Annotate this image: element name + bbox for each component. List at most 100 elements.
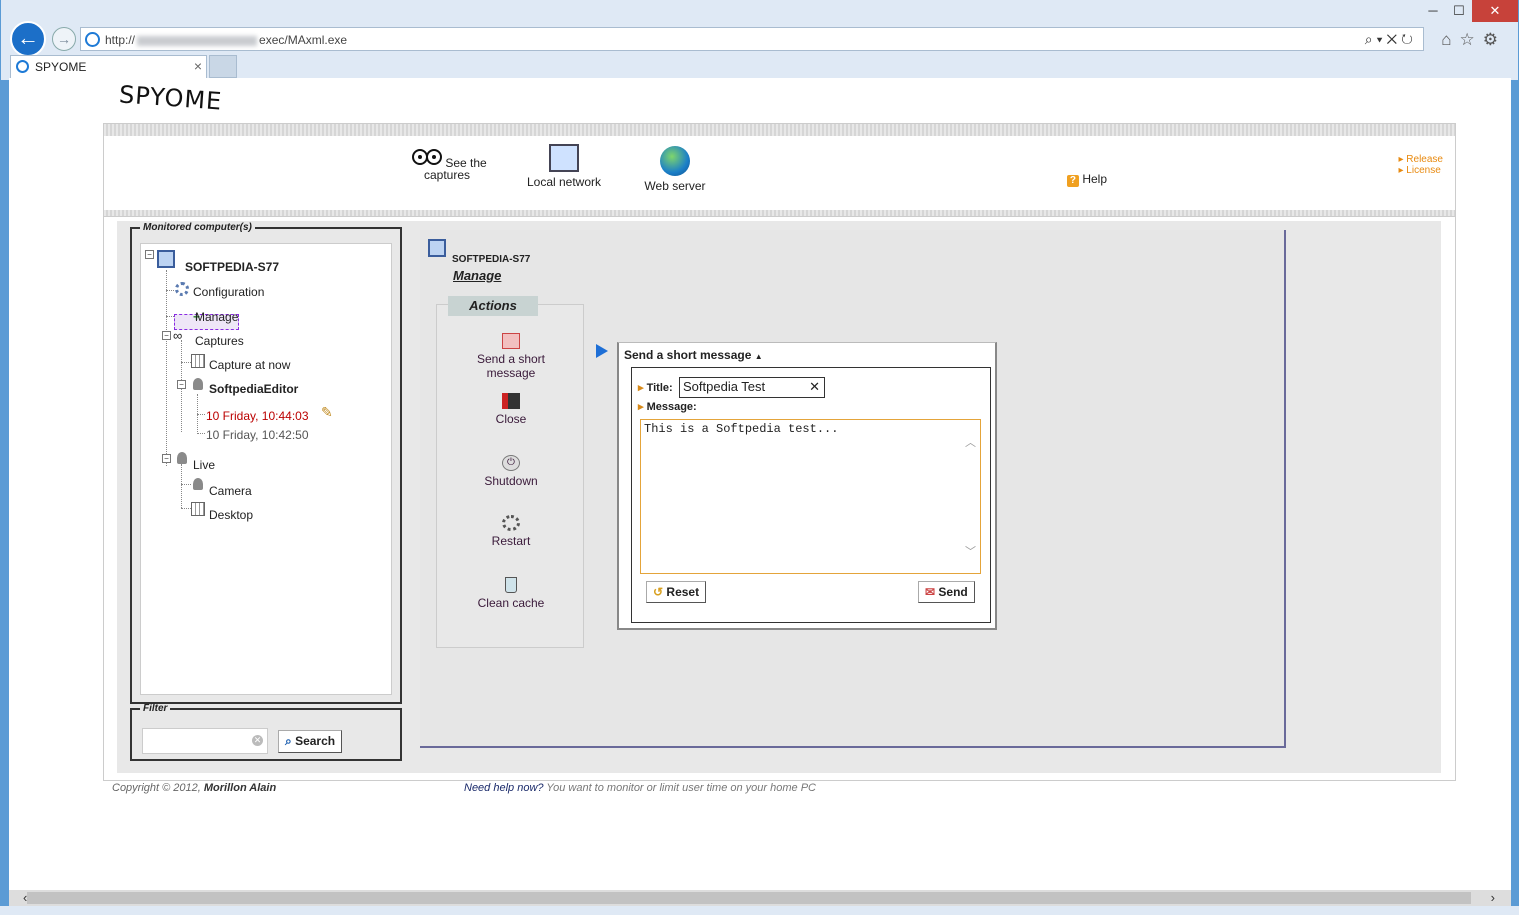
action-clean-cache[interactable]: Clean cache	[437, 577, 585, 610]
tree-configuration[interactable]: Configuration	[193, 285, 264, 299]
message-form: Title: Softpedia Test✕ Message: This is …	[631, 367, 991, 623]
reset-icon: ↺	[653, 585, 664, 599]
play-arrow-icon	[596, 344, 608, 358]
right-links: Release License	[1398, 154, 1443, 176]
computer-icon	[157, 250, 175, 268]
collapse-toggle[interactable]: −	[177, 380, 186, 389]
address-bar[interactable]: http://exec/MAxml.exe ⌕▾✕↻	[80, 27, 1424, 51]
favorites-icon[interactable]: ☆	[1460, 30, 1483, 49]
tree-camera[interactable]: Camera	[209, 484, 252, 498]
close-window-button[interactable]: ✕	[1472, 0, 1518, 22]
maximize-button[interactable]: ☐	[1446, 0, 1472, 22]
send-message-panel: Send a short message ▲ Title: Softpedia …	[617, 342, 997, 630]
scroll-up-icon[interactable]: ︿	[965, 434, 976, 450]
release-link[interactable]: Release	[1398, 154, 1443, 165]
capture-now-icon	[191, 354, 205, 368]
camera-icon	[193, 478, 203, 490]
live-icon	[177, 452, 187, 464]
actions-box: Actions Send a short message Close ⏻ Shu…	[436, 296, 585, 648]
magic-wand-icon: ✎	[321, 404, 333, 420]
back-button[interactable]: ←	[10, 21, 46, 57]
tree-desktop[interactable]: Desktop	[209, 508, 253, 522]
network-computer-icon	[549, 144, 579, 172]
spyome-logo: SPYOME	[118, 80, 224, 116]
tree-live[interactable]: Live	[193, 458, 215, 472]
filter-input[interactable]: ✕	[142, 728, 268, 754]
search-icon: ⌕	[285, 734, 292, 748]
main-computer-name: SOFTPEDIA-S77	[452, 254, 531, 265]
actions-header: Actions	[448, 296, 538, 316]
reset-button[interactable]: ↺ Reset	[646, 581, 707, 603]
monitored-legend: Monitored computer(s)	[143, 222, 252, 233]
restart-gears-icon	[502, 515, 520, 531]
new-tab-button[interactable]	[209, 55, 237, 78]
collapse-caret-icon: ▲	[754, 352, 763, 361]
trash-icon	[505, 577, 517, 593]
ie-icon	[85, 32, 100, 47]
copyright: Copyright © 2012, Morillon Alain	[112, 782, 277, 794]
panel-title[interactable]: Send a short message ▲	[624, 348, 763, 362]
action-send-message[interactable]: Send a short message	[437, 333, 585, 380]
tab-title: SPYOME	[35, 60, 87, 74]
tree-capture-2[interactable]: 10 Friday, 10:42:50	[206, 428, 309, 442]
tree-computer[interactable]: SOFTPEDIA-S77	[185, 260, 279, 274]
clear-icon[interactable]: ✕	[252, 735, 263, 746]
title-input[interactable]: Softpedia Test ✕	[679, 377, 825, 398]
computer-tree: − SOFTPEDIA-S77 Configuration + Manage −…	[140, 243, 392, 695]
home-icon[interactable]: ⌂	[1441, 30, 1459, 49]
tree-user[interactable]: SoftpediaEditor	[209, 382, 298, 396]
search-button[interactable]: ⌕ Search	[278, 730, 343, 753]
nav-help[interactable]: ? Help	[1062, 172, 1112, 187]
send-button[interactable]: ✉ Send	[918, 581, 975, 603]
horizontal-scrollbar[interactable]: ‹ ›	[9, 890, 1511, 906]
nav-web-server[interactable]: Web server	[630, 146, 720, 193]
exit-door-icon	[502, 393, 520, 409]
tree-manage[interactable]: Manage	[195, 310, 238, 324]
scroll-right-icon[interactable]: ›	[1491, 890, 1495, 905]
help-footer: Need help now? You want to monitor or li…	[464, 782, 816, 794]
browser-tab[interactable]: SPYOME ×	[10, 55, 207, 78]
tree-capture-now[interactable]: Capture at now	[209, 358, 290, 372]
browser-chrome: ─ ☐ ✕ ← → http://exec/MAxml.exe ⌕▾✕↻ ⌂☆⚙ S…	[1, 0, 1518, 80]
scroll-thumb[interactable]	[27, 892, 1471, 904]
main-subtitle: Manage	[453, 268, 502, 283]
window-controls: ─ ☐ ✕	[1420, 0, 1518, 24]
page-viewport: SPYOME See the captures Local network We…	[9, 78, 1511, 890]
configuration-icon	[175, 282, 189, 296]
collapse-toggle[interactable]: −	[145, 250, 154, 259]
action-shutdown[interactable]: ⏻ Shutdown	[437, 455, 585, 488]
filter-box: Filter ✕ ⌕ Search	[130, 703, 402, 761]
action-restart[interactable]: Restart	[437, 515, 585, 548]
manage-panel: SOFTPEDIA-S77 Manage Actions Send a shor…	[420, 230, 1286, 748]
tab-close-icon[interactable]: ×	[194, 58, 202, 74]
nav-see-captures[interactable]: See the captures	[412, 149, 502, 182]
title-label: Title:	[638, 381, 673, 394]
nav-local-network[interactable]: Local network	[516, 144, 612, 189]
address-tools[interactable]: ⌕▾✕↻	[1365, 31, 1417, 48]
help-icon: ?	[1066, 175, 1079, 187]
need-help-link[interactable]: Need help now?	[464, 782, 544, 794]
app-body: Monitored computer(s) − SOFTPEDIA-S77 Co…	[103, 217, 1456, 781]
eyes-icon	[426, 149, 442, 165]
action-close[interactable]: Close	[437, 393, 585, 426]
scroll-down-icon[interactable]: ﹀	[965, 543, 976, 559]
filter-legend: Filter	[143, 703, 168, 714]
collapse-toggle[interactable]: −	[162, 331, 171, 340]
app-header: See the captures Local network Web serve…	[103, 123, 1456, 217]
minimize-button[interactable]: ─	[1420, 0, 1446, 22]
collapse-toggle[interactable]: −	[162, 454, 171, 463]
message-textarea[interactable]: This is a Softpedia test... ︿ ﹀	[640, 419, 981, 574]
envelope-icon	[502, 333, 520, 349]
tree-capture-1[interactable]: 10 Friday, 10:44:03	[206, 409, 309, 423]
desktop-icon	[191, 502, 205, 516]
tree-captures[interactable]: Captures	[195, 334, 244, 348]
license-link[interactable]: License	[1398, 165, 1443, 176]
globe-icon	[660, 146, 690, 176]
computer-icon	[428, 239, 446, 257]
browser-nav-icons[interactable]: ⌂☆⚙	[1441, 30, 1506, 50]
settings-gear-icon[interactable]: ⚙	[1483, 30, 1506, 49]
url-text: http://exec/MAxml.exe	[105, 33, 348, 47]
clear-icon[interactable]: ✕	[809, 379, 820, 395]
content-area: Monitored computer(s) − SOFTPEDIA-S77 Co…	[117, 221, 1441, 773]
forward-button[interactable]: →	[52, 27, 76, 51]
